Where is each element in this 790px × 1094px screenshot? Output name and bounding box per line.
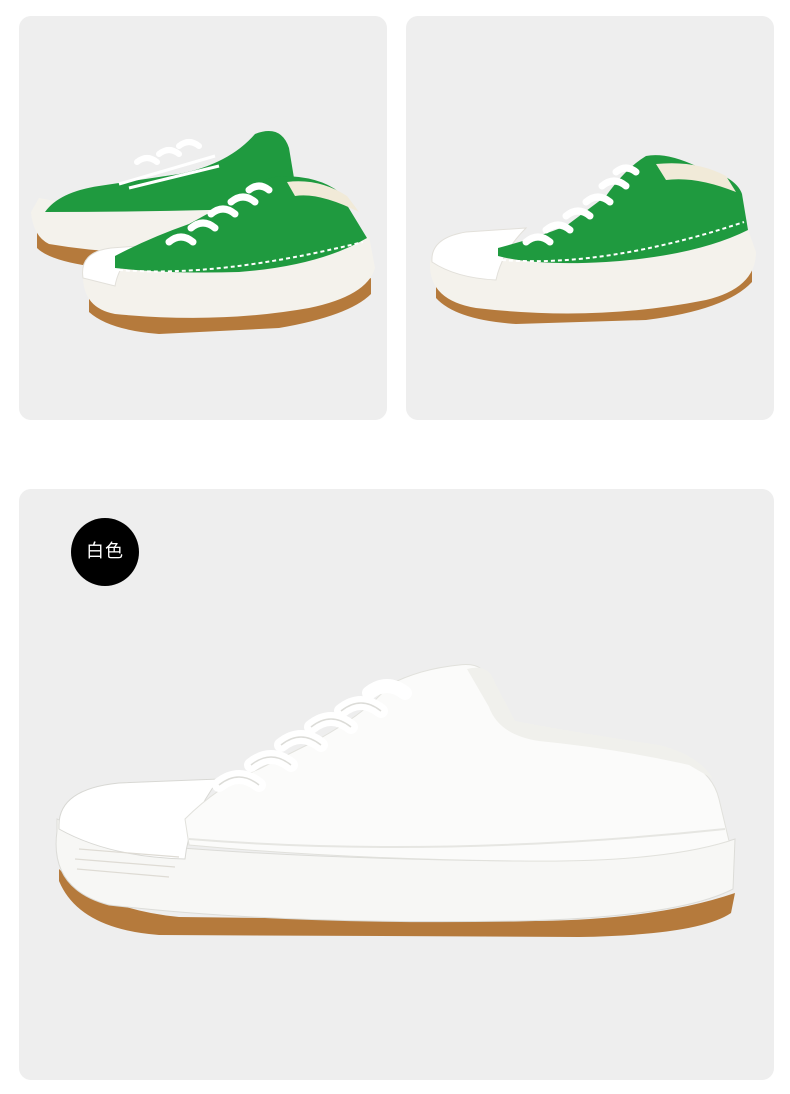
green-shoe-single-image bbox=[429, 155, 756, 324]
product-photo-green-single bbox=[406, 16, 774, 420]
green-shoe-pair-image bbox=[31, 131, 375, 334]
color-label-badge: 白色 bbox=[71, 518, 139, 586]
white-shoe-image bbox=[55, 664, 736, 937]
product-photo-green-pair bbox=[19, 16, 387, 420]
product-photo-white: 白色 bbox=[19, 489, 774, 1080]
